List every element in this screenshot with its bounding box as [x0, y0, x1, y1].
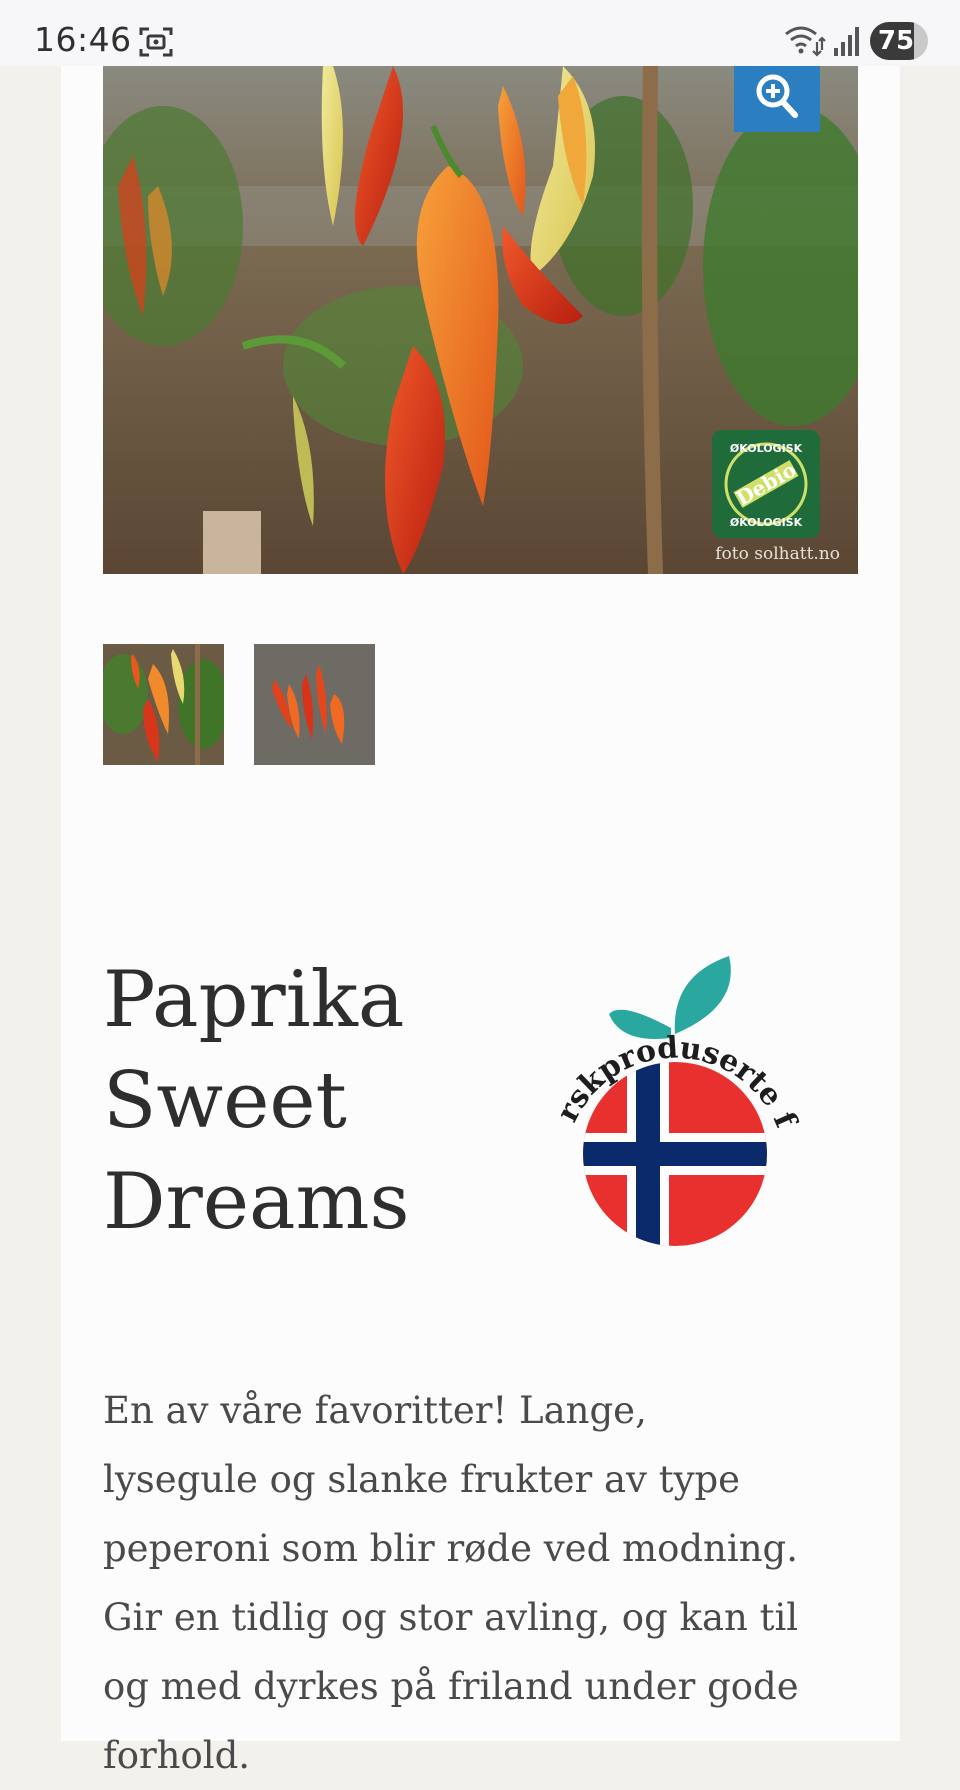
status-time: 16:46: [34, 20, 132, 59]
zoom-button[interactable]: [734, 66, 820, 132]
norskproduserte-fro-logo: norskproduserte frø: [561, 956, 804, 1246]
badge-top-text: ØKOLOGISK: [730, 442, 803, 455]
wifi-icon: [785, 26, 826, 57]
screenshot-icon: [139, 27, 173, 57]
signal-icon: [834, 27, 859, 56]
battery-level: 75: [877, 26, 915, 56]
product-title: Paprika Sweet Dreams: [103, 955, 410, 1247]
status-bar: 16:46 75: [0, 0, 960, 66]
thumbnail-harvest[interactable]: [254, 644, 375, 765]
thumbnail-plant[interactable]: [103, 644, 224, 765]
product-main-image[interactable]: Debio ØKOLOGISK ØKOLOGISK foto solhatt.n…: [103, 66, 858, 574]
thumbnail-harvest-image: [254, 644, 375, 765]
zoom-in-icon: [756, 74, 798, 118]
leaf-right-icon: [674, 956, 731, 1034]
badge-bottom-text: ØKOLOGISK: [730, 516, 803, 529]
photo-credit: foto solhatt.no: [715, 544, 840, 564]
debio-organic-badge: Debio ØKOLOGISK ØKOLOGISK: [712, 430, 820, 538]
product-description: En av våre favoritter! Lange, lysegule o…: [103, 1389, 799, 1777]
thumbnail-plant-image: [103, 644, 224, 765]
product-card: Debio ØKOLOGISK ØKOLOGISK foto solhatt.n…: [61, 66, 900, 1777]
battery-indicator: 75: [870, 22, 928, 60]
